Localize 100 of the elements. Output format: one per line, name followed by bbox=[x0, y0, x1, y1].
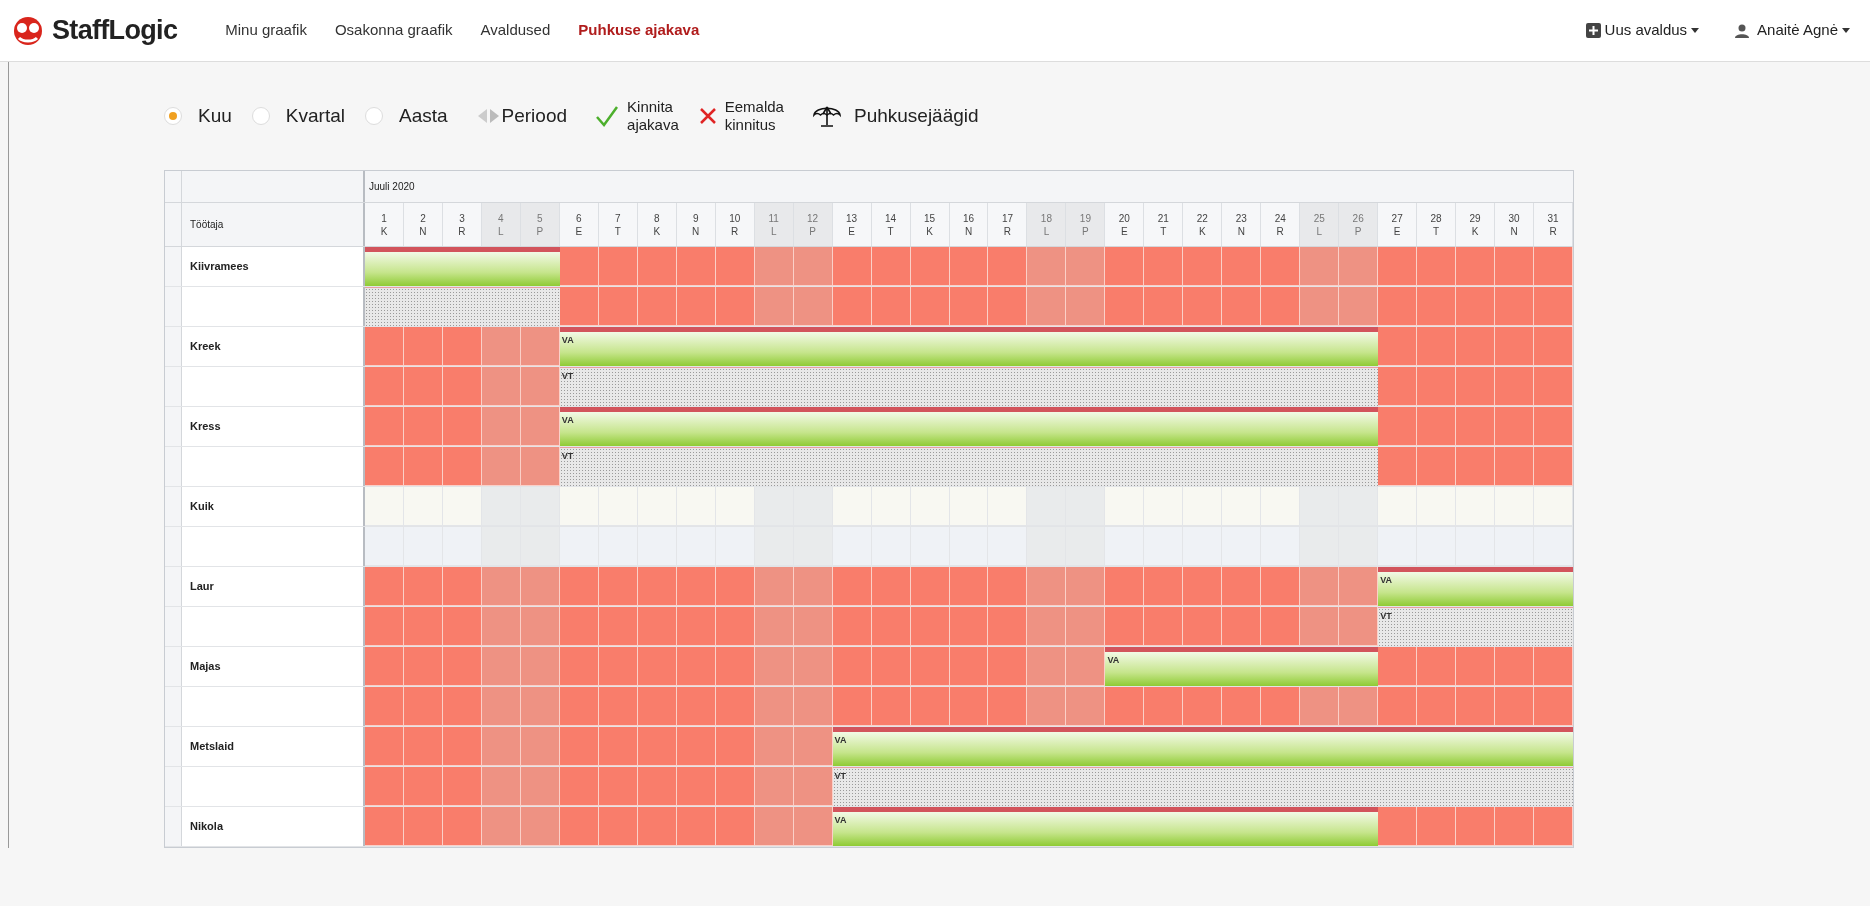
day-cell[interactable] bbox=[1339, 247, 1379, 286]
day-cell[interactable] bbox=[1144, 687, 1184, 726]
day-cell[interactable] bbox=[793, 567, 833, 606]
day-cell[interactable] bbox=[365, 607, 404, 646]
day-cell[interactable] bbox=[715, 687, 755, 726]
day-cell[interactable] bbox=[715, 727, 755, 766]
day-cell[interactable] bbox=[1456, 367, 1496, 406]
day-cell[interactable] bbox=[598, 607, 638, 646]
day-cell[interactable] bbox=[871, 567, 911, 606]
day-cell[interactable] bbox=[559, 247, 599, 286]
day-cell[interactable] bbox=[1456, 647, 1496, 686]
day-cell[interactable] bbox=[365, 487, 404, 526]
day-cell[interactable] bbox=[1378, 487, 1418, 526]
day-cell[interactable] bbox=[1027, 287, 1067, 326]
day-cell[interactable] bbox=[520, 647, 560, 686]
day-cell[interactable] bbox=[1534, 647, 1573, 686]
day-cell[interactable] bbox=[1183, 527, 1223, 566]
nav-link[interactable]: Minu graafik bbox=[225, 19, 307, 42]
day-cell[interactable] bbox=[1300, 287, 1340, 326]
day-cell[interactable] bbox=[559, 687, 599, 726]
day-cell[interactable] bbox=[637, 767, 677, 806]
day-cell[interactable] bbox=[1066, 247, 1106, 286]
day-cell[interactable] bbox=[481, 687, 521, 726]
day-cell[interactable] bbox=[871, 287, 911, 326]
day-cell[interactable] bbox=[676, 287, 716, 326]
day-cell[interactable] bbox=[832, 687, 872, 726]
day-cell[interactable] bbox=[1378, 327, 1418, 366]
day-cell[interactable] bbox=[988, 287, 1028, 326]
day-cell[interactable] bbox=[1105, 247, 1145, 286]
day-cell[interactable] bbox=[442, 647, 482, 686]
day-cell[interactable] bbox=[1456, 407, 1496, 446]
view-radio[interactable]: Kvartal bbox=[251, 101, 345, 131]
day-cell[interactable] bbox=[1222, 247, 1262, 286]
day-cell[interactable] bbox=[793, 767, 833, 806]
day-cell[interactable] bbox=[1066, 607, 1106, 646]
day-cell[interactable] bbox=[1534, 327, 1573, 366]
user-menu[interactable]: Anaitė Agnė bbox=[1735, 19, 1850, 42]
day-cell[interactable] bbox=[559, 567, 599, 606]
day-cell[interactable] bbox=[988, 607, 1028, 646]
day-cell[interactable] bbox=[1144, 527, 1184, 566]
day-cell[interactable] bbox=[832, 647, 872, 686]
day-cell[interactable] bbox=[1534, 487, 1573, 526]
day-cell[interactable] bbox=[1105, 487, 1145, 526]
day-cell[interactable] bbox=[1456, 487, 1496, 526]
nav-link[interactable]: Avaldused bbox=[480, 19, 551, 42]
day-cell[interactable] bbox=[520, 727, 560, 766]
day-cell[interactable] bbox=[1339, 487, 1379, 526]
day-cell[interactable] bbox=[1183, 607, 1223, 646]
day-cell[interactable] bbox=[1105, 567, 1145, 606]
day-cell[interactable] bbox=[793, 247, 833, 286]
day-cell[interactable] bbox=[793, 607, 833, 646]
day-cell[interactable] bbox=[715, 807, 755, 846]
planned-bar[interactable] bbox=[365, 287, 560, 326]
day-cell[interactable] bbox=[676, 647, 716, 686]
period-button[interactable]: Periood bbox=[475, 101, 568, 131]
day-cell[interactable] bbox=[1300, 567, 1340, 606]
day-cell[interactable] bbox=[1456, 807, 1496, 846]
day-cell[interactable] bbox=[365, 807, 404, 846]
day-cell[interactable] bbox=[1417, 687, 1457, 726]
day-cell[interactable] bbox=[520, 327, 560, 366]
day-cell[interactable] bbox=[520, 367, 560, 406]
day-cell[interactable] bbox=[481, 327, 521, 366]
day-cell[interactable] bbox=[910, 567, 950, 606]
day-cell[interactable] bbox=[559, 807, 599, 846]
day-cell[interactable] bbox=[1534, 287, 1573, 326]
day-cell[interactable] bbox=[1534, 247, 1573, 286]
day-cell[interactable] bbox=[1222, 607, 1262, 646]
day-cell[interactable] bbox=[754, 287, 794, 326]
day-cell[interactable] bbox=[365, 327, 404, 366]
day-cell[interactable] bbox=[559, 527, 599, 566]
day-cell[interactable] bbox=[1495, 407, 1535, 446]
day-cell[interactable] bbox=[1339, 687, 1379, 726]
vacation-bar[interactable] bbox=[365, 247, 560, 286]
day-cell[interactable] bbox=[598, 247, 638, 286]
day-cell[interactable] bbox=[949, 247, 989, 286]
day-cell[interactable] bbox=[754, 567, 794, 606]
day-cell[interactable] bbox=[559, 767, 599, 806]
day-cell[interactable] bbox=[715, 287, 755, 326]
day-cell[interactable] bbox=[1495, 647, 1535, 686]
day-cell[interactable] bbox=[481, 807, 521, 846]
day-cell[interactable] bbox=[1222, 567, 1262, 606]
day-cell[interactable] bbox=[637, 247, 677, 286]
day-cell[interactable] bbox=[598, 687, 638, 726]
day-cell[interactable] bbox=[559, 487, 599, 526]
day-cell[interactable] bbox=[403, 807, 443, 846]
day-cell[interactable] bbox=[520, 807, 560, 846]
day-cell[interactable] bbox=[910, 247, 950, 286]
day-cell[interactable] bbox=[520, 527, 560, 566]
day-cell[interactable] bbox=[520, 407, 560, 446]
day-cell[interactable] bbox=[676, 247, 716, 286]
day-cell[interactable] bbox=[598, 287, 638, 326]
day-cell[interactable] bbox=[1495, 807, 1535, 846]
day-cell[interactable] bbox=[442, 487, 482, 526]
day-cell[interactable] bbox=[520, 687, 560, 726]
day-cell[interactable] bbox=[676, 487, 716, 526]
day-cell[interactable] bbox=[1378, 647, 1418, 686]
view-radio[interactable]: Aasta bbox=[364, 101, 448, 131]
day-cell[interactable] bbox=[1378, 407, 1418, 446]
day-cell[interactable] bbox=[1261, 567, 1301, 606]
day-cell[interactable] bbox=[442, 687, 482, 726]
